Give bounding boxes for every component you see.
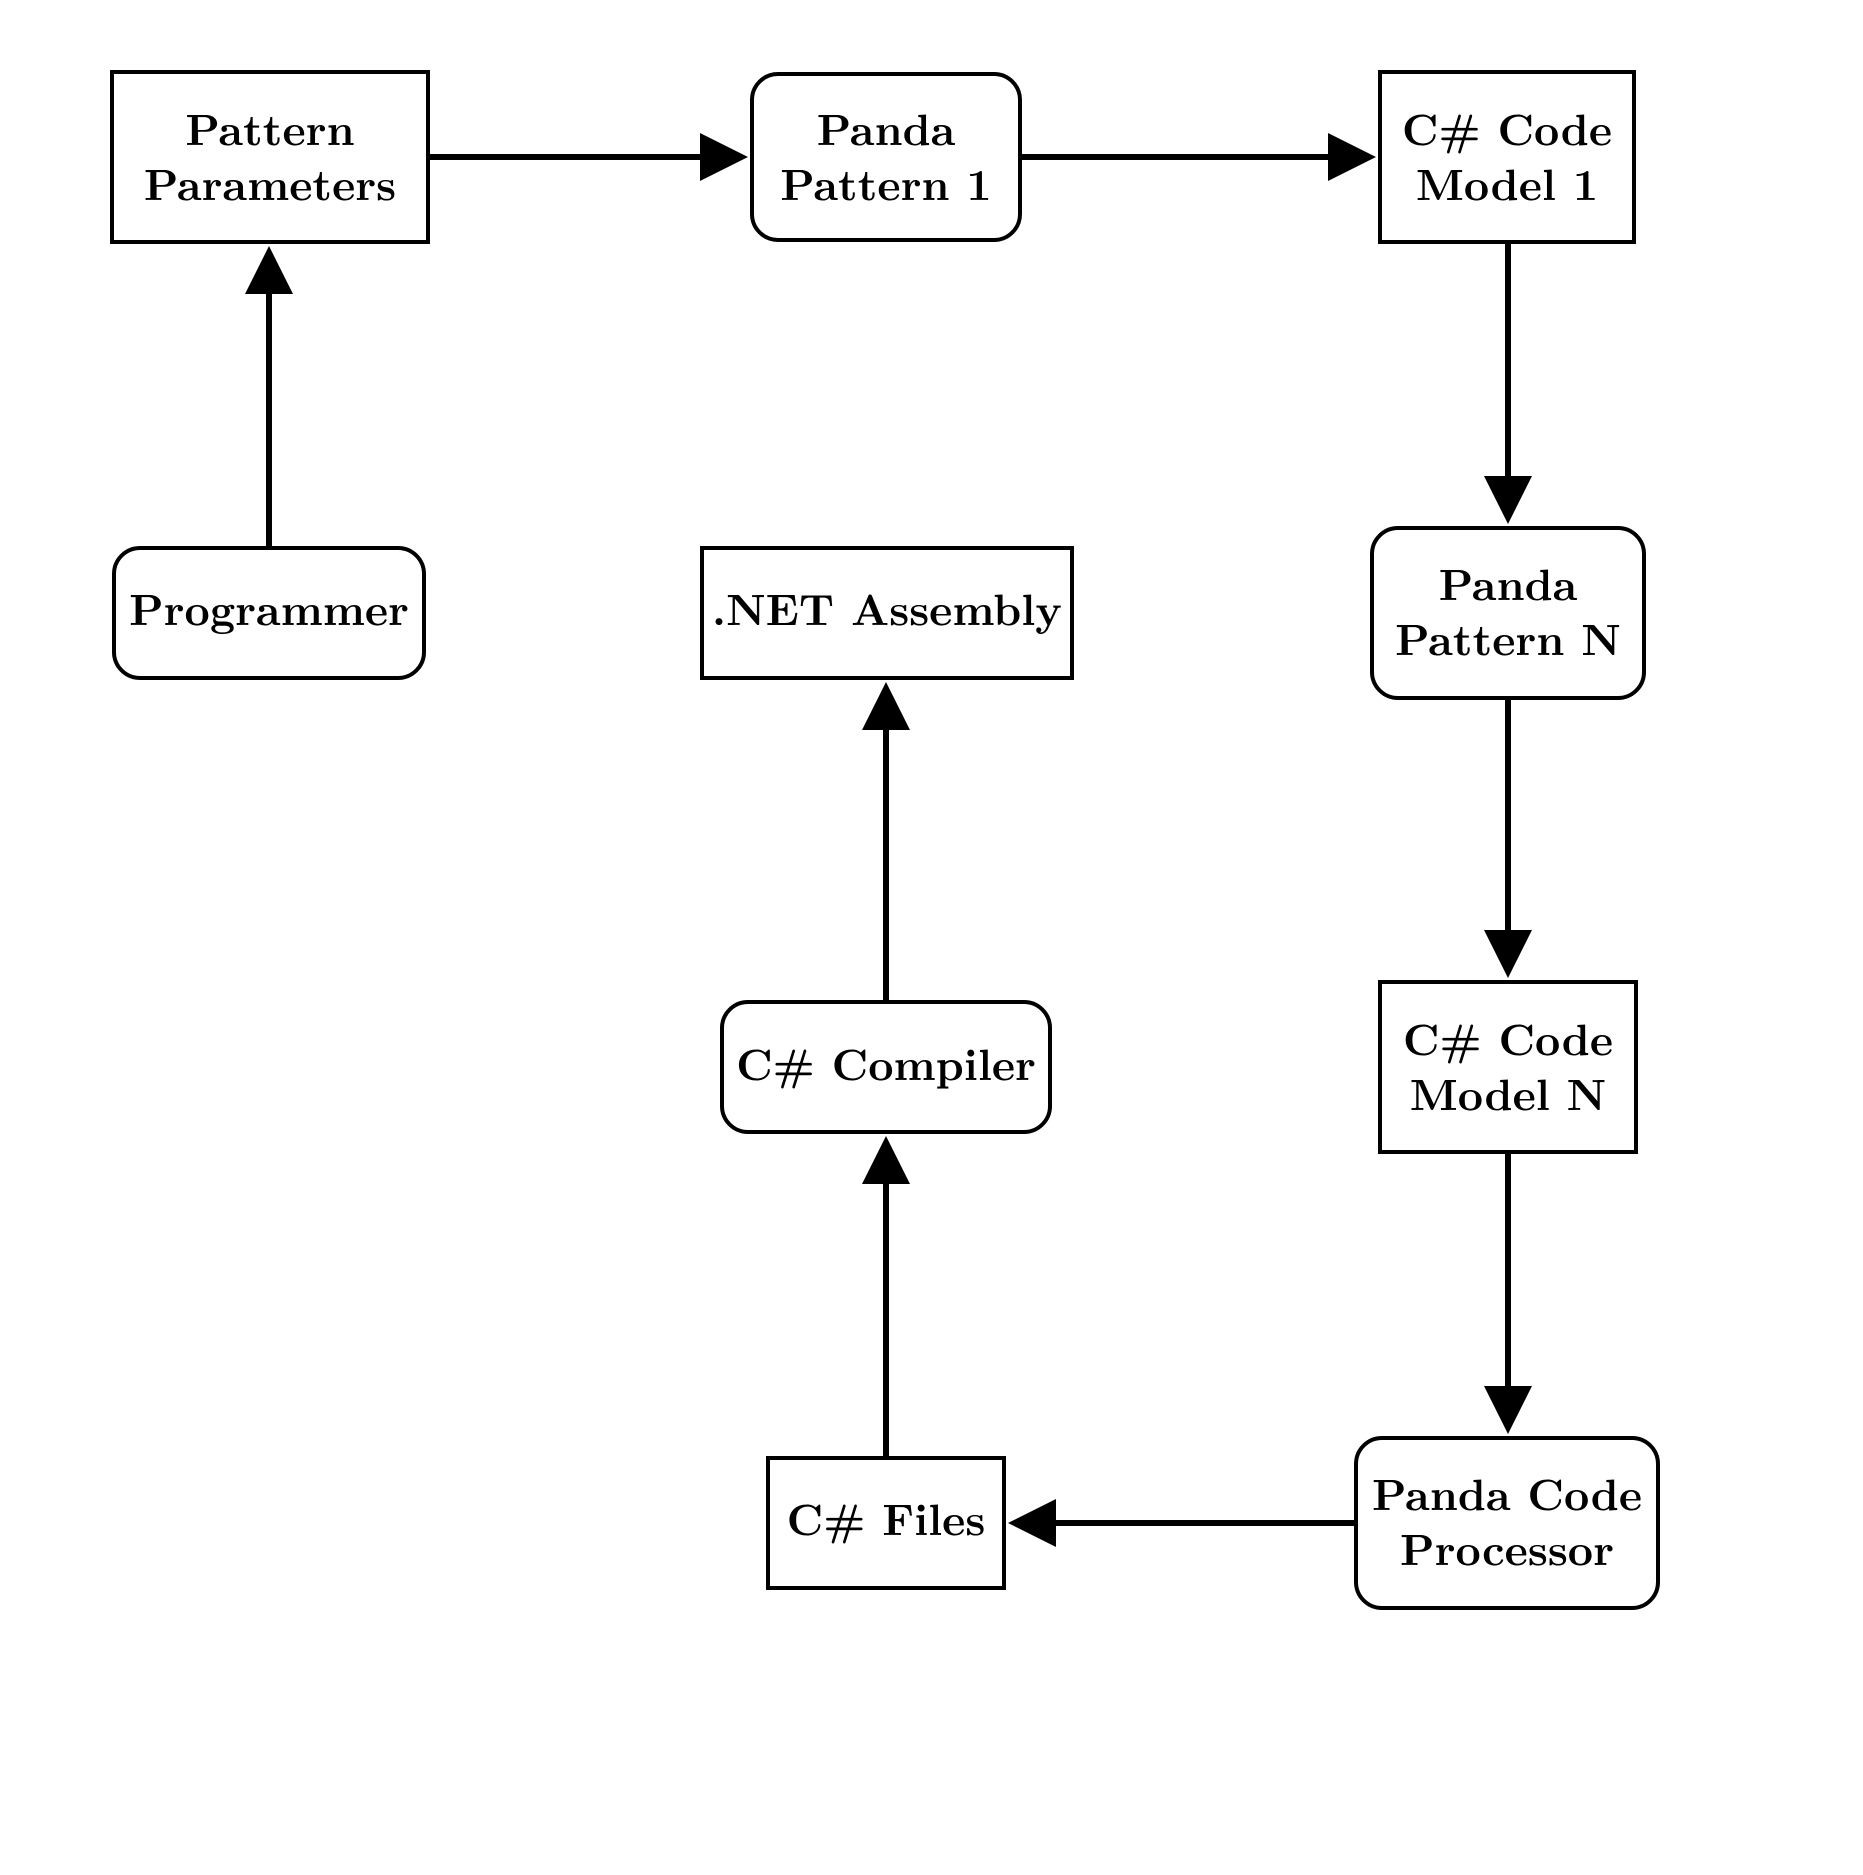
panda-pattern-n-label-2: Pattern N	[1395, 605, 1621, 668]
code-model-1-label-1: C# Code	[1402, 95, 1612, 158]
node-code-model-1: C# Code Model 1	[1380, 72, 1634, 242]
net-assembly-label: .NET Assembly	[712, 575, 1062, 638]
panda-pattern-n-label-1: Panda	[1439, 550, 1578, 613]
pattern-parameters-label-2: Parameters	[144, 150, 396, 213]
csharp-compiler-label: C# Compiler	[736, 1030, 1036, 1093]
code-processor-label-2: Processor	[1400, 1515, 1614, 1578]
programmer-label: Programmer	[129, 575, 409, 638]
node-panda-pattern-n: Panda Pattern N	[1372, 528, 1644, 698]
node-csharp-compiler: C# Compiler	[722, 1002, 1050, 1132]
node-programmer: Programmer	[114, 548, 424, 678]
node-panda-pattern-1: Panda Pattern 1	[752, 74, 1020, 240]
code-model-n-label-1: C# Code	[1403, 1005, 1613, 1068]
node-code-model-n: C# Code Model N	[1380, 982, 1636, 1152]
panda-pattern-1-label-2: Pattern 1	[780, 150, 991, 213]
pattern-parameters-label-1: Pattern	[185, 95, 354, 158]
flow-diagram: Pattern Parameters Panda Pattern 1 C# Co…	[0, 0, 1863, 1875]
node-pattern-parameters: Pattern Parameters	[112, 72, 428, 242]
csharp-files-label: C# Files	[787, 1485, 986, 1548]
node-code-processor: Panda Code Processor	[1356, 1438, 1658, 1608]
code-processor-label-1: Panda Code	[1372, 1460, 1642, 1523]
panda-pattern-1-label-1: Panda	[817, 95, 956, 158]
node-net-assembly: .NET Assembly	[702, 548, 1072, 678]
node-csharp-files: C# Files	[768, 1458, 1004, 1588]
code-model-n-label-2: Model N	[1410, 1060, 1607, 1123]
code-model-1-label-2: Model 1	[1416, 150, 1598, 213]
